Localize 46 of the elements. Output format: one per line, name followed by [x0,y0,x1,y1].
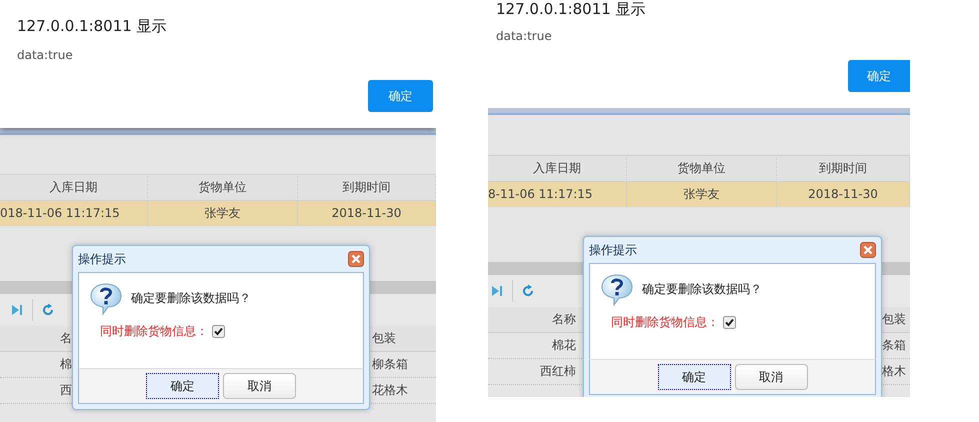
column-header[interactable]: 包装 [372,326,436,351]
dialog-message: 确定要删除该数据吗？ [131,290,251,307]
table-cell: 8-11-06 11:17:15 [488,182,627,207]
checkbox[interactable] [723,316,736,329]
column-header[interactable]: 到期时间 [298,174,436,201]
table-cell-text: 棉 [59,356,72,373]
refresh-icon[interactable] [521,284,535,298]
table-cell: 2018-11-30 [298,201,436,226]
column-header[interactable]: 名称 [488,307,576,332]
column-header[interactable]: 入库日期 [488,155,627,182]
alert-message: data:true [495,28,553,43]
column-header[interactable]: 货物单位 [148,174,298,201]
close-icon[interactable] [348,251,364,267]
table-cell: 张学友 [148,201,298,226]
checkbox[interactable] [212,325,225,338]
column-header[interactable]: 货物单位 [627,155,777,182]
alert-title: 127.0.0.1:8011 显示 [495,0,647,19]
dialog-title: 操作提示 [78,250,126,268]
dialog-button[interactable]: 确定 [146,373,219,399]
table-cell-text: 棉花 [551,337,576,354]
table-cell-text: 西 [59,382,72,399]
table-cell: 018-11-06 11:17:15 [0,201,148,226]
dialog-button[interactable]: 确定 [658,364,730,390]
column-header[interactable]: 名 [0,326,72,351]
column-header[interactable]: 到期时间 [777,155,910,182]
alert-title: 127.0.0.1:8011 显示 [16,16,168,36]
option-label: 同时删除货物信息： [611,314,719,331]
table-cell-text: 条箱 [882,337,907,354]
question-icon [600,274,634,306]
option-label: 同时删除货物信息： [100,323,208,340]
refresh-icon[interactable] [41,303,55,317]
dialog-title: 操作提示 [589,242,637,258]
table-cell: 张学友 [627,182,777,207]
table-cell-text: 格木 [882,363,907,380]
table-cell-text: 西红柿 [539,363,576,380]
dialog-button[interactable]: 取消 [734,364,808,390]
close-icon[interactable] [860,242,876,258]
dialog-button[interactable]: 取消 [223,373,296,399]
alert-message: data:true [16,47,74,62]
dialog-message: 确定要删除该数据吗？ [642,281,762,298]
column-header[interactable]: 入库日期 [0,174,148,201]
table-cell: 2018-11-30 [777,182,910,207]
table-cell-text: 柳条箱 [372,356,409,373]
question-icon [89,283,123,315]
table-cell-text: 花格木 [372,382,409,399]
column-header[interactable]: 包装 [882,307,910,332]
